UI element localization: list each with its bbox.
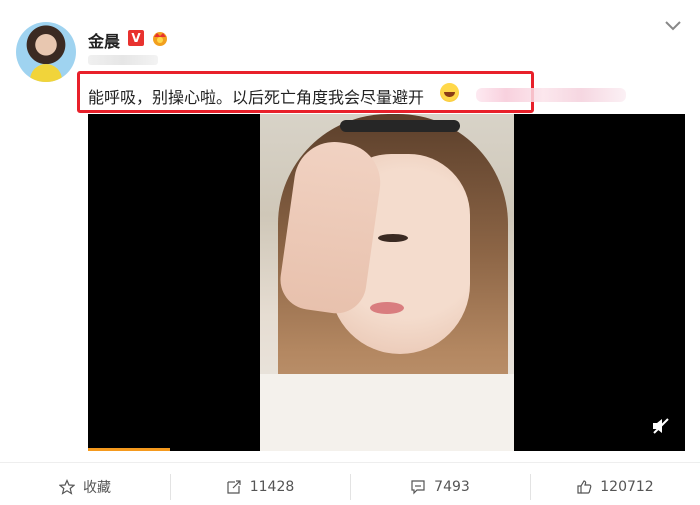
video-eye	[378, 234, 408, 242]
video-headband	[340, 120, 460, 132]
blurred-watermark	[476, 88, 626, 102]
avatar[interactable]	[16, 22, 76, 82]
repost-icon	[226, 479, 242, 495]
video-shirt	[260, 374, 514, 451]
divider	[0, 462, 700, 463]
favorite-button[interactable]: 收藏	[0, 472, 170, 502]
chevron-down-icon[interactable]	[664, 20, 682, 32]
post-meta-blurred	[88, 55, 158, 65]
laughing-emoji-icon	[440, 83, 459, 102]
star-icon	[59, 479, 75, 495]
comment-icon	[410, 479, 426, 495]
thumbs-up-icon	[576, 479, 592, 495]
comment-count: 7493	[434, 479, 470, 495]
repost-count: 11428	[249, 479, 295, 495]
video-player[interactable]	[88, 114, 685, 451]
video-progress-bar[interactable]	[88, 448, 170, 451]
avatar-torso	[30, 64, 62, 82]
like-count: 120712	[600, 479, 654, 495]
mute-icon[interactable]	[651, 417, 671, 435]
post-text: 能呼吸，别操心啦。以后死亡角度我会尽量避开	[88, 88, 425, 107]
repost-button[interactable]: 11428	[170, 472, 350, 502]
favorite-label: 收藏	[83, 480, 111, 496]
author-name[interactable]: 金晨	[88, 28, 120, 52]
crown-badge-icon	[150, 29, 170, 47]
verified-badge: V	[128, 30, 144, 46]
comment-button[interactable]: 7493	[350, 472, 530, 502]
action-bar: 收藏 11428 7493 120712	[0, 472, 700, 502]
video-frame	[260, 114, 514, 451]
like-button[interactable]: 120712	[530, 472, 700, 502]
video-lips	[370, 302, 404, 314]
